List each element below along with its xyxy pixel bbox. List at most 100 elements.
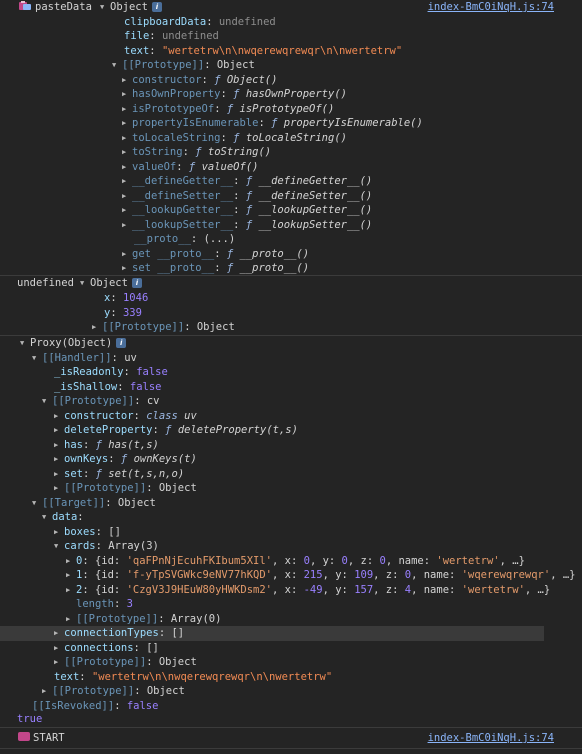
prototype-toggle[interactable]: ▶ [[Prototype]]: Object: [0, 684, 582, 699]
info-icon[interactable]: i: [131, 278, 142, 288]
proto-member[interactable]: ▶ isPrototypeOf: ƒ isPrototypeOf(): [0, 102, 582, 117]
prototype-toggle[interactable]: ▼ [[Prototype]]: Object: [0, 58, 582, 73]
prop-connectiontypes[interactable]: ▶ connectionTypes: []: [0, 626, 544, 641]
expand-arrow-icon: ▶: [54, 411, 59, 420]
collapse-arrow-icon: ▼: [80, 279, 85, 287]
prop-key: [[Handler]]: [42, 351, 112, 364]
prop-value: (...): [203, 233, 236, 245]
collapse-arrow-icon: ▼: [32, 498, 37, 507]
handler-toggle[interactable]: ▼ [[Handler]]: uv: [0, 351, 582, 366]
prototype-toggle[interactable]: ▶ [[Prototype]]: Object: [0, 320, 582, 335]
collapse-arrow-icon: ▼: [32, 353, 37, 362]
prop-value: Object: [196, 321, 235, 333]
prop-key: __defineGetter__: [132, 175, 234, 187]
expand-arrow-icon: ▶: [66, 585, 71, 594]
prop-key: get __proto__: [132, 247, 215, 260]
prop-get-proto[interactable]: ▶ get __proto__: ƒ __proto__(): [0, 247, 582, 262]
cards-toggle[interactable]: ▼ cards: Array(3): [0, 539, 582, 554]
expand-arrow-icon: ▶: [122, 264, 127, 272]
prop-ownkeys[interactable]: ▶ ownKeys: ƒ ownKeys(t): [0, 452, 582, 467]
prop-value: __lookupSetter__(): [258, 218, 373, 231]
prop-key: isPrototypeOf: [132, 102, 215, 115]
log-entry-coords: undefined ▼ Object i: [0, 276, 582, 291]
prop-connections[interactable]: ▶ connections: []: [0, 641, 582, 656]
prop-text: text: "wertetrw\n\nwqerewqrewqr\n\nwerte…: [54, 670, 333, 683]
collapse-arrow-icon: ▼: [42, 397, 47, 405]
expand-arrow-icon: ▶: [54, 440, 59, 449]
expand-arrow-icon: ▶: [54, 658, 59, 666]
prototype-toggle[interactable]: ▼ [[Prototype]]: cv: [0, 394, 582, 409]
card-name: 'wqerewqrewqr': [461, 569, 551, 581]
prop-deleteproperty[interactable]: ▶ deleteProperty: ƒ deleteProperty(t,s): [0, 423, 582, 438]
expand-arrow-icon: ▶: [122, 249, 127, 258]
prop-clipboarddata: clipboardData: undefined: [124, 15, 276, 28]
prop-value: false: [126, 699, 159, 712]
proto-member[interactable]: ▶ valueOf: ƒ valueOf(): [0, 160, 582, 175]
prop-value: false: [136, 366, 168, 378]
proto-member[interactable]: ▶ toString: ƒ toString(): [0, 145, 582, 160]
prototype-toggle[interactable]: ▶ [[Prototype]]: Object: [0, 481, 582, 496]
prop-has[interactable]: ▶ has: ƒ has(t,s): [0, 438, 582, 453]
prop-file: file: undefined: [124, 30, 219, 42]
prototype-toggle[interactable]: ▶ [[Prototype]]: Array(0): [0, 612, 582, 627]
prototype-toggle[interactable]: ▶ [[Prototype]]: Object: [0, 655, 582, 670]
source-link[interactable]: index-BmC0iNqH.js:74: [428, 0, 554, 15]
proto-member[interactable]: ▶ __defineGetter__: ƒ __defineGetter__(): [0, 174, 582, 189]
prop-value: __proto__(): [239, 262, 310, 274]
object-summary: Object: [90, 277, 128, 289]
card-name: 'wertetrw': [461, 583, 525, 596]
log-entry-start: START index-BmC0iNqH.js:74: [0, 731, 582, 746]
proto-member[interactable]: ▶ constructor: ƒ Object(): [0, 73, 582, 88]
card-x: 215: [303, 569, 323, 581]
info-icon[interactable]: i: [116, 338, 127, 348]
proxy-toggle[interactable]: ▼ Proxy(Object) i: [0, 336, 582, 351]
card-item[interactable]: ▶ 2: {id: 'CzgV3J9HEuW80yHWKDsm2', x: -49…: [0, 583, 582, 598]
prop-value: __defineSetter__(): [258, 189, 373, 202]
proto-member[interactable]: ▶ propertyIsEnumerable: ƒ propertyIsEnume…: [0, 116, 582, 131]
paste-object-toggle[interactable]: ▼ Object i: [100, 0, 162, 15]
prop-constructor[interactable]: ▶ constructor: class uv: [0, 409, 582, 424]
log-label: START: [33, 732, 65, 744]
coords-object-toggle[interactable]: ▼ Object i: [80, 276, 142, 291]
prop-key: [[Target]]: [42, 496, 106, 509]
prop-key: __lookupGetter__: [132, 204, 234, 216]
prop-key: [[Prototype]]: [64, 656, 147, 668]
prop-proto-getter[interactable]: __proto__: (...): [0, 232, 582, 247]
proto-member[interactable]: ▶ __lookupSetter__: ƒ __lookupSetter__(): [0, 218, 582, 233]
card-id: 'f-yTpSVGWkc9eNV77hKQD': [126, 569, 272, 581]
log-label: pasteData: [35, 1, 92, 13]
prop-value: hasOwnProperty(): [245, 88, 347, 100]
prop-value: undefined: [161, 30, 219, 42]
card-item[interactable]: ▶ 0: {id: 'qaFPnNjEcuhFKIbum5XIl', x: 0, …: [0, 554, 582, 569]
divider: [0, 748, 582, 749]
prop-key: has: [64, 438, 83, 451]
expand-arrow-icon: ▶: [92, 323, 97, 331]
proto-member[interactable]: ▶ __lookupGetter__: ƒ __lookupGetter__(): [0, 203, 582, 218]
card-item[interactable]: ▶ 1: {id: 'f-yTpSVGWkc9eNV77hKQD', x: 215…: [0, 568, 582, 583]
card-y: 157: [354, 583, 374, 596]
prop-boxes[interactable]: ▶ boxes: []: [0, 525, 582, 540]
prop-value: __proto__(): [239, 247, 310, 260]
expand-arrow-icon: ▶: [54, 426, 59, 434]
object-summary: Object: [110, 1, 148, 13]
prop-set[interactable]: ▶ set: ƒ set(t,s,n,o): [0, 467, 582, 482]
prop-set-proto[interactable]: ▶ set __proto__: ƒ __proto__(): [0, 261, 582, 276]
card-y: 109: [354, 569, 374, 581]
prop-key: toString: [132, 146, 183, 158]
expand-arrow-icon: ▶: [122, 148, 127, 156]
prop-value: "wertetrw\n\nwqerewqrewqr\n\nwertetrw": [161, 44, 403, 57]
source-link[interactable]: index-BmC0iNqH.js:74: [428, 731, 554, 746]
prop-key: __proto__: [134, 233, 191, 245]
target-toggle[interactable]: ▼ [[Target]]: Object: [0, 496, 582, 511]
info-icon[interactable]: i: [151, 2, 162, 12]
expand-arrow-icon: ▶: [122, 191, 127, 200]
prop-x: x: 1046: [104, 292, 149, 304]
proto-member[interactable]: ▶ __defineSetter__: ƒ __defineSetter__(): [0, 189, 582, 204]
data-toggle[interactable]: ▼ data:: [0, 510, 582, 525]
proto-member[interactable]: ▶ toLocaleString: ƒ toLocaleString(): [0, 131, 582, 146]
prop-isreadonly: _isReadonly: false: [54, 366, 168, 378]
prop-key: set __proto__: [132, 262, 215, 274]
proto-member[interactable]: ▶ hasOwnProperty: ƒ hasOwnProperty(): [0, 87, 582, 102]
expand-arrow-icon: ▶: [122, 90, 127, 98]
prop-value: Array(0): [170, 612, 222, 625]
